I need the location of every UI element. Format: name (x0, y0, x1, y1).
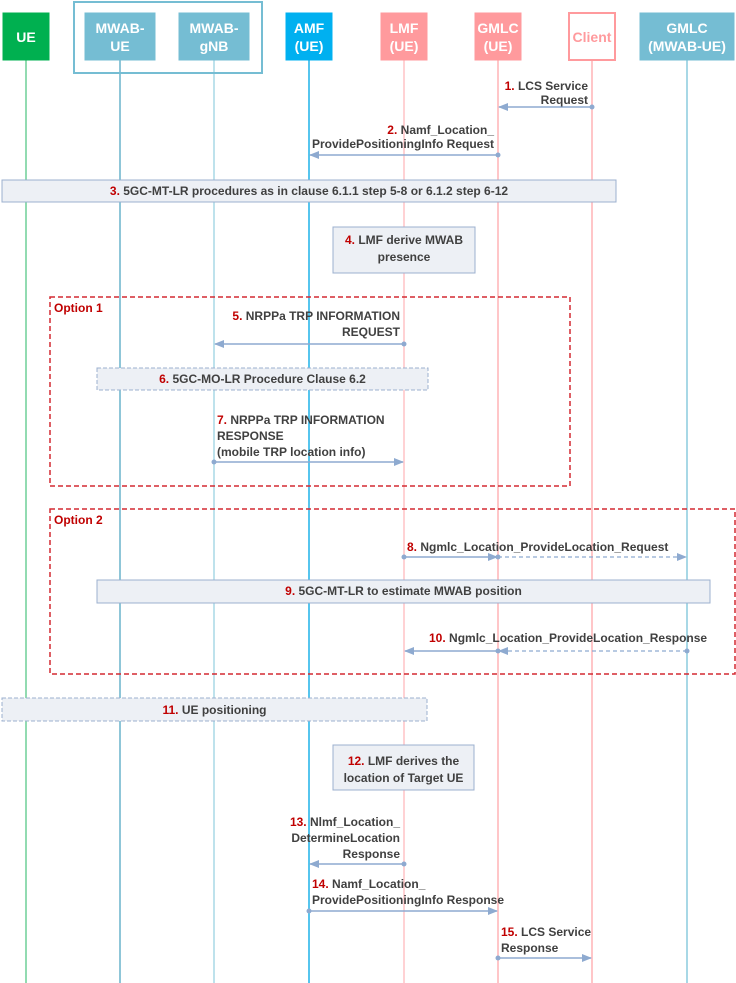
step-number: 7. (217, 413, 227, 427)
step-number: 6. (159, 372, 169, 386)
participant-label: MWAB- (190, 20, 239, 36)
participant-label: UE (16, 29, 35, 45)
message-step-5: 5. NRPPa TRP INFORMATION REQUEST (214, 309, 407, 348)
message-relay-dot (495, 648, 501, 654)
step-label-line: 1. LCS Service (505, 79, 589, 93)
step-number: 8. (407, 540, 417, 554)
message-step-8: 8. Ngmlc_Location_ProvideLocation_Reques… (401, 540, 687, 561)
message-origin-dot (589, 104, 595, 110)
step-number: 15. (501, 925, 518, 939)
step-label-line: Request (541, 93, 588, 107)
step-number: 14. (312, 877, 329, 891)
step-label-line: 5. NRPPa TRP INFORMATION (232, 309, 400, 323)
message-origin-dot (306, 908, 312, 914)
participant-label: GMLC (477, 20, 518, 36)
step-number: 13. (290, 815, 307, 829)
step-label-line: ProvidePositioningInfo Response (312, 893, 504, 907)
step-label-line: DetermineLocation (291, 831, 400, 845)
participant-label: gNB (200, 38, 229, 54)
step-number: 1. (505, 79, 515, 93)
participant-amf[interactable]: AMF (UE) (285, 12, 333, 61)
message-origin-dot (495, 955, 501, 961)
message-origin-dot (401, 861, 407, 867)
message-step-13: 13. Nlmf_Location_ DetermineLocation Respo… (290, 815, 407, 868)
sequence-diagram: UE MWAB- UE MWAB-gNB AMF (UE) LMF (UE) GMLC (UE) C… (1, 1, 736, 983)
step-number: 9. (285, 584, 295, 598)
message-origin-dot (495, 152, 501, 158)
message-origin-dot (401, 341, 407, 347)
action-box-step-4: 4. LMF derive MWAB presence (332, 226, 476, 274)
step-label-line: Response (343, 847, 401, 861)
step-label-line: Response (501, 941, 559, 955)
participant-label: LMF (390, 20, 419, 36)
step-label-line: 10. Ngmlc_Location_ProvideLocation_Respo… (429, 631, 707, 645)
procedure-box-step-9: 9. 5GC-MT-LR to estimate MWAB position (96, 579, 711, 604)
step-label-line: 6. 5GC-MO-LR Procedure Clause 6.2 (159, 372, 366, 386)
step-label-line: presence (378, 250, 431, 264)
step-label-line: 12. LMF derives the (348, 754, 460, 768)
participant-gmlc-mwab-ue[interactable]: GMLC (MWAB-UE) (639, 12, 735, 61)
action-box-step-12: 12. LMF derives the location of Target UE (332, 744, 475, 791)
step-number: 5. (232, 309, 242, 323)
participant-label: (UE) (484, 38, 513, 54)
step-label-line: (mobile TRP location info) (217, 445, 365, 459)
step-number: 11. (162, 703, 178, 717)
message-step-10: 10. Ngmlc_Location_ProvideLocation_Respo… (404, 631, 707, 655)
step-label-line: 14. Namf_Location_ (312, 877, 426, 891)
participant-label: (MWAB-UE) (648, 38, 726, 54)
step-number: 12. (348, 754, 365, 768)
participant-mwab-gnb[interactable]: MWAB-gNB (178, 12, 250, 61)
step-label-line: ProvidePositioningInfo Request (312, 137, 494, 151)
participant-lmf[interactable]: LMF (UE) (380, 12, 428, 61)
procedure-box-step-6: 6. 5GC-MO-LR Procedure Clause 6.2 (96, 367, 429, 391)
option-label: Option 1 (54, 301, 103, 315)
message-origin-dot (401, 554, 407, 560)
participant-label: AMF (294, 20, 325, 36)
participant-client[interactable]: Client (568, 12, 616, 61)
message-step-7: 7. NRPPa TRP INFORMATION RESPONSE (mobile … (211, 413, 404, 466)
step-number: 3. (110, 184, 120, 198)
participant-label: UE (110, 38, 129, 54)
message-origin-dot (211, 459, 217, 465)
step-number: 10. (429, 631, 446, 645)
step-label-line: 15. LCS Service (501, 925, 591, 939)
step-label-line: 2. Namf_Location_ (387, 123, 494, 137)
step-label-line: 3. 5GC-MT-LR procedures as in clause 6.1… (110, 184, 508, 198)
option-label: Option 2 (54, 513, 103, 527)
step-label-line: 8. Ngmlc_Location_ProvideLocation_Reques… (407, 540, 668, 554)
message-step-2: 2. Namf_Location_ProvidePositioningInfo … (309, 123, 501, 159)
step-label-line: 7. NRPPa TRP INFORMATION (217, 413, 385, 427)
procedure-box-step-11: 11. UE positioning (1, 697, 428, 722)
step-label-line: 13. Nlmf_Location_ (290, 815, 400, 829)
message-step-1: 1. LCS ServiceRequest (498, 79, 595, 111)
participant-mwab-ue[interactable]: MWAB- UE (84, 12, 156, 61)
message-step-15: 15. LCS Service Response (495, 925, 592, 962)
participant-label: (UE) (295, 38, 324, 54)
step-label-line: REQUEST (342, 325, 401, 339)
participant-label: Client (573, 29, 612, 45)
participant-gmlc-ue[interactable]: GMLC (UE) (474, 12, 522, 61)
message-step-14: 14. Namf_Location_ ProvidePositioningInfo… (306, 877, 504, 915)
participant-ue[interactable]: UE (2, 12, 50, 61)
participant-label: GMLC (666, 20, 707, 36)
step-label-line: 4. LMF derive MWAB (345, 233, 463, 247)
message-origin-dot (684, 648, 690, 654)
participant-label: MWAB- (96, 20, 145, 36)
step-number: 2. (387, 123, 397, 137)
step-label-line: RESPONSE (217, 429, 284, 443)
step-label-line: 9. 5GC-MT-LR to estimate MWAB position (285, 584, 522, 598)
step-label-line: location of Target UE (344, 771, 464, 785)
procedure-box-step-3: 3. 5GC-MT-LR procedures as in clause 6.1… (1, 179, 617, 203)
participant-label: (UE) (390, 38, 419, 54)
step-label-line: 11. UE positioning (162, 703, 266, 717)
step-number: 4. (345, 233, 355, 247)
message-relay-dot (495, 554, 501, 560)
